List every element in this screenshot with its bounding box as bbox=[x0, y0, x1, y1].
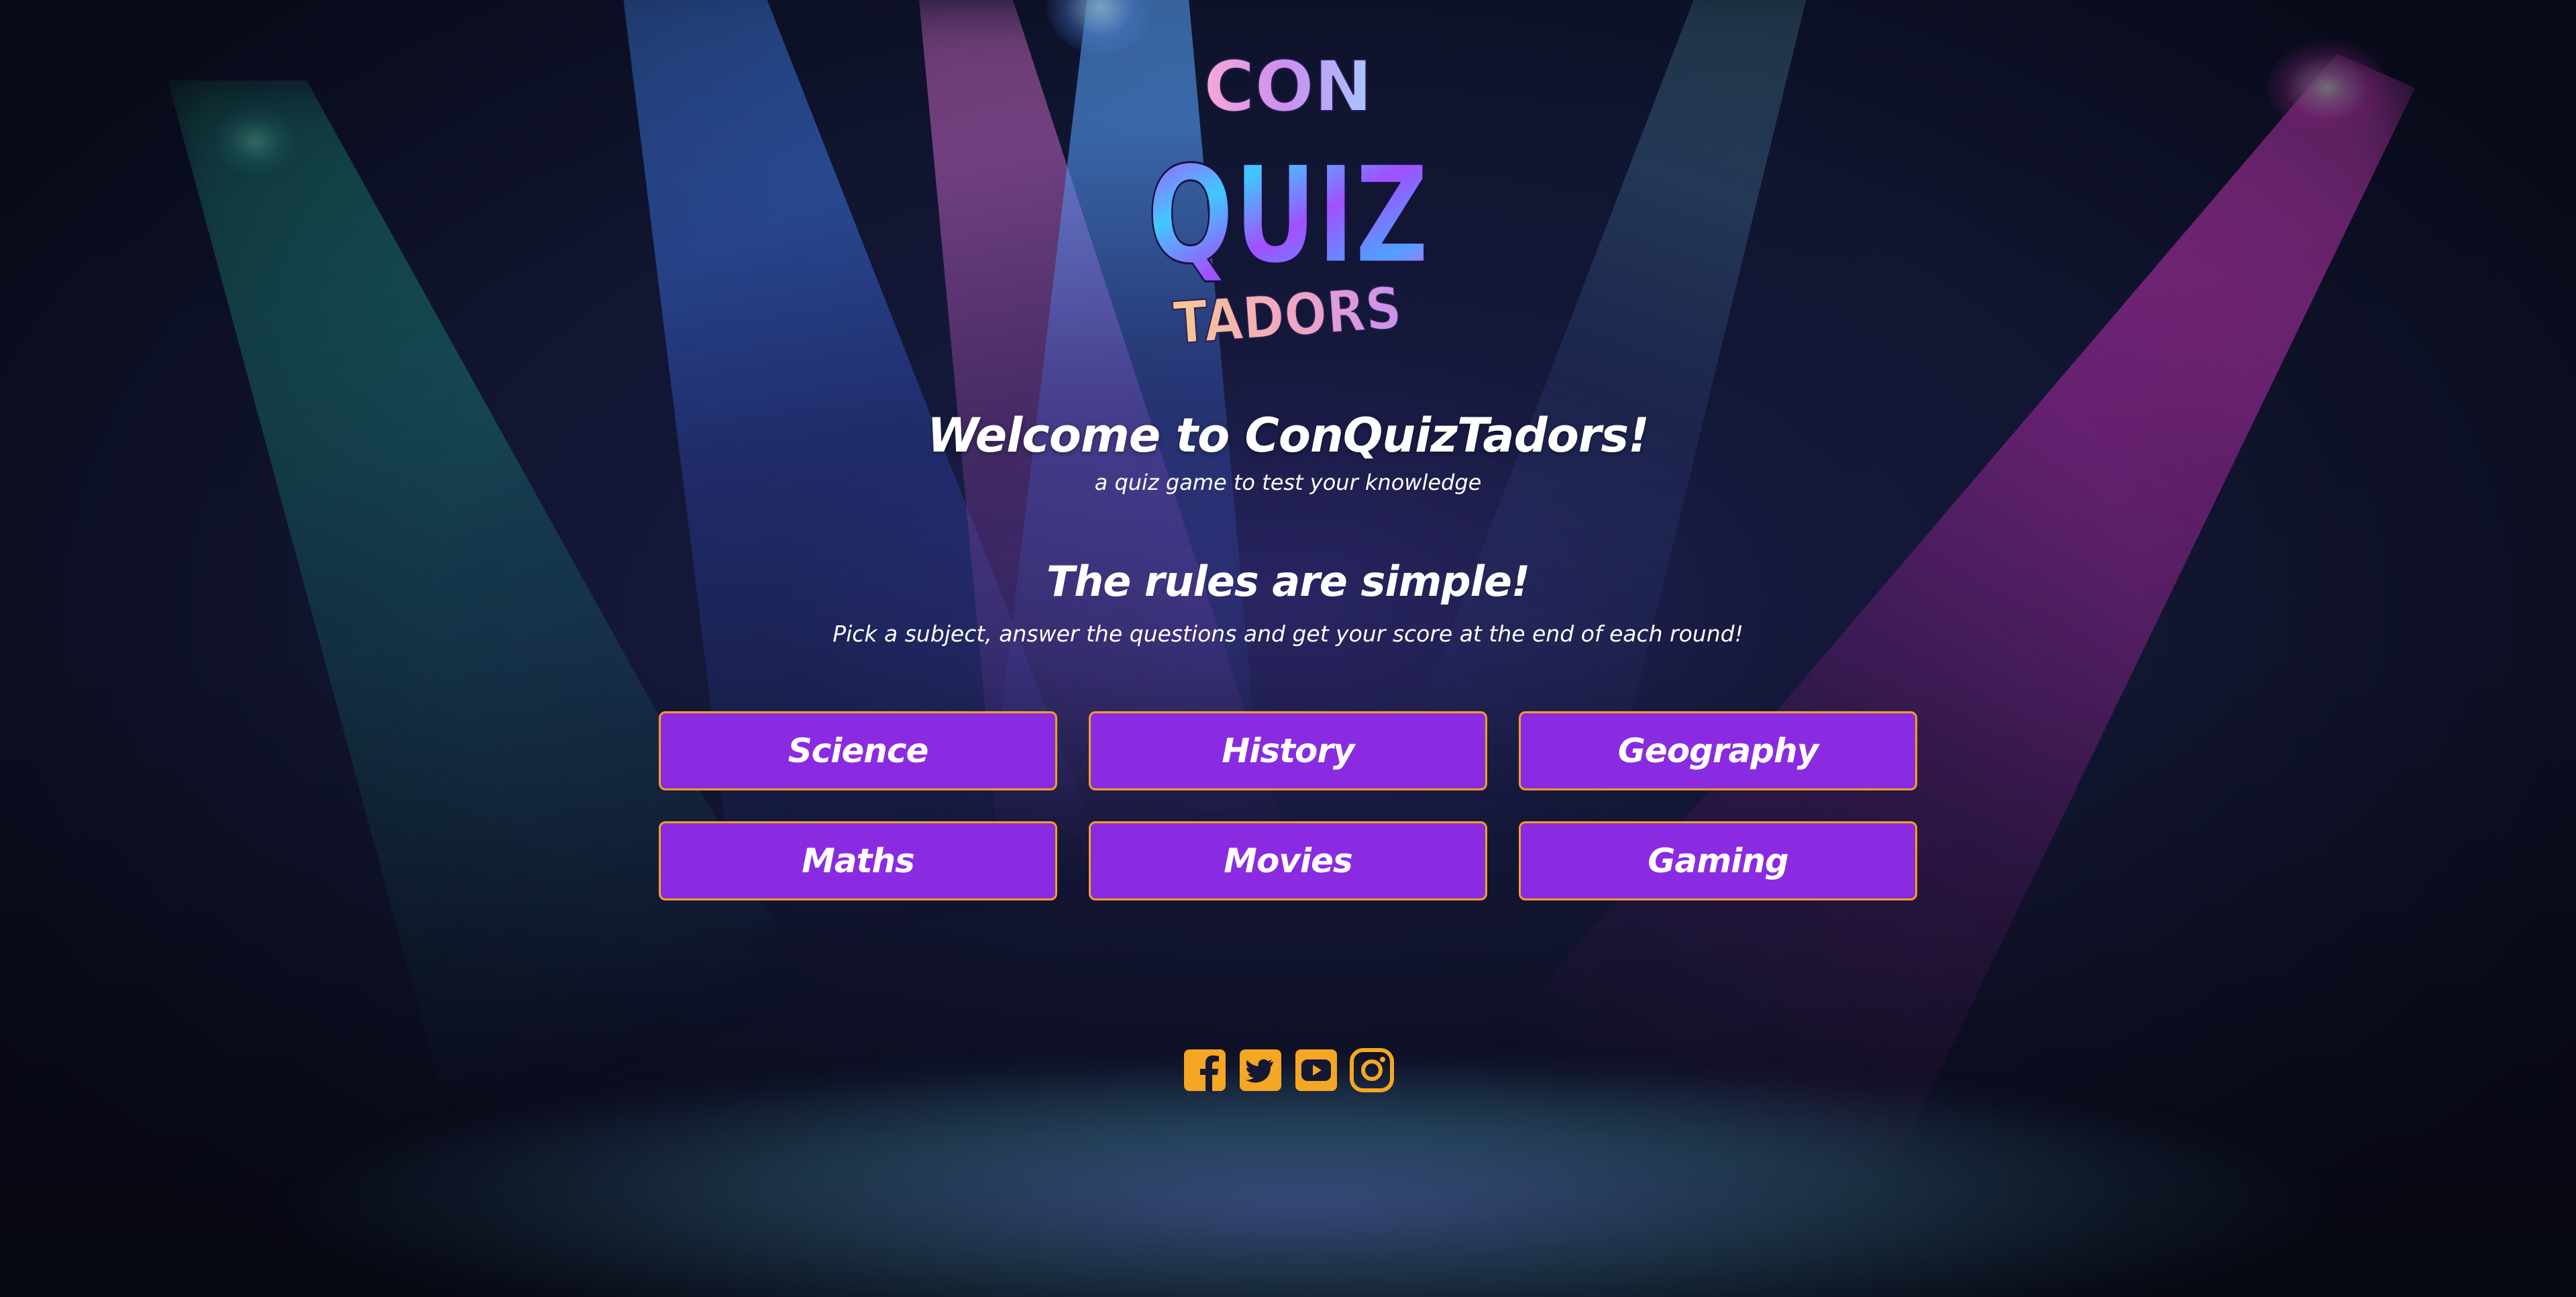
rules-text: Pick a subject, answer the questions and… bbox=[833, 621, 1743, 647]
subject-button-maths[interactable]: Maths bbox=[659, 821, 1057, 900]
twitter-icon bbox=[1239, 1049, 1281, 1091]
spotlight-flare-magenta bbox=[2267, 40, 2388, 134]
subject-button-geography[interactable]: Geography bbox=[1519, 711, 1917, 790]
instagram-link[interactable] bbox=[1349, 1048, 1394, 1092]
tagline: a quiz game to test your knowledge bbox=[1094, 470, 1482, 495]
social-links bbox=[1181, 1047, 1395, 1094]
youtube-icon bbox=[1295, 1049, 1337, 1091]
twitter-link[interactable] bbox=[1238, 1048, 1283, 1092]
facebook-icon bbox=[1183, 1049, 1226, 1091]
youtube-link[interactable] bbox=[1294, 1048, 1338, 1092]
subject-button-gaming[interactable]: Gaming bbox=[1519, 821, 1917, 900]
logo-line-con: CON bbox=[1203, 46, 1373, 127]
subject-button-movies[interactable]: Movies bbox=[1089, 821, 1487, 900]
subject-button-history[interactable]: History bbox=[1089, 711, 1487, 790]
rules-heading: The rules are simple! bbox=[1046, 557, 1530, 606]
facebook-link[interactable] bbox=[1183, 1048, 1227, 1092]
spotlight-flare-teal bbox=[215, 107, 295, 174]
spotlight-flare-blue bbox=[1046, 0, 1154, 54]
conquiztadors-logo: CON QUIZ TADORS bbox=[1140, 40, 1436, 362]
welcome-heading: Welcome to ConQuizTadors! bbox=[927, 408, 1650, 463]
subject-grid: Science History Geography Maths Movies G… bbox=[659, 711, 1917, 900]
subject-button-science[interactable]: Science bbox=[659, 711, 1057, 790]
spotlight-beam-teal bbox=[168, 81, 939, 1221]
logo-line-quiz: QUIZ bbox=[1147, 138, 1429, 294]
instagram-icon bbox=[1349, 1048, 1394, 1092]
stage-floor-glow bbox=[302, 1067, 2314, 1297]
